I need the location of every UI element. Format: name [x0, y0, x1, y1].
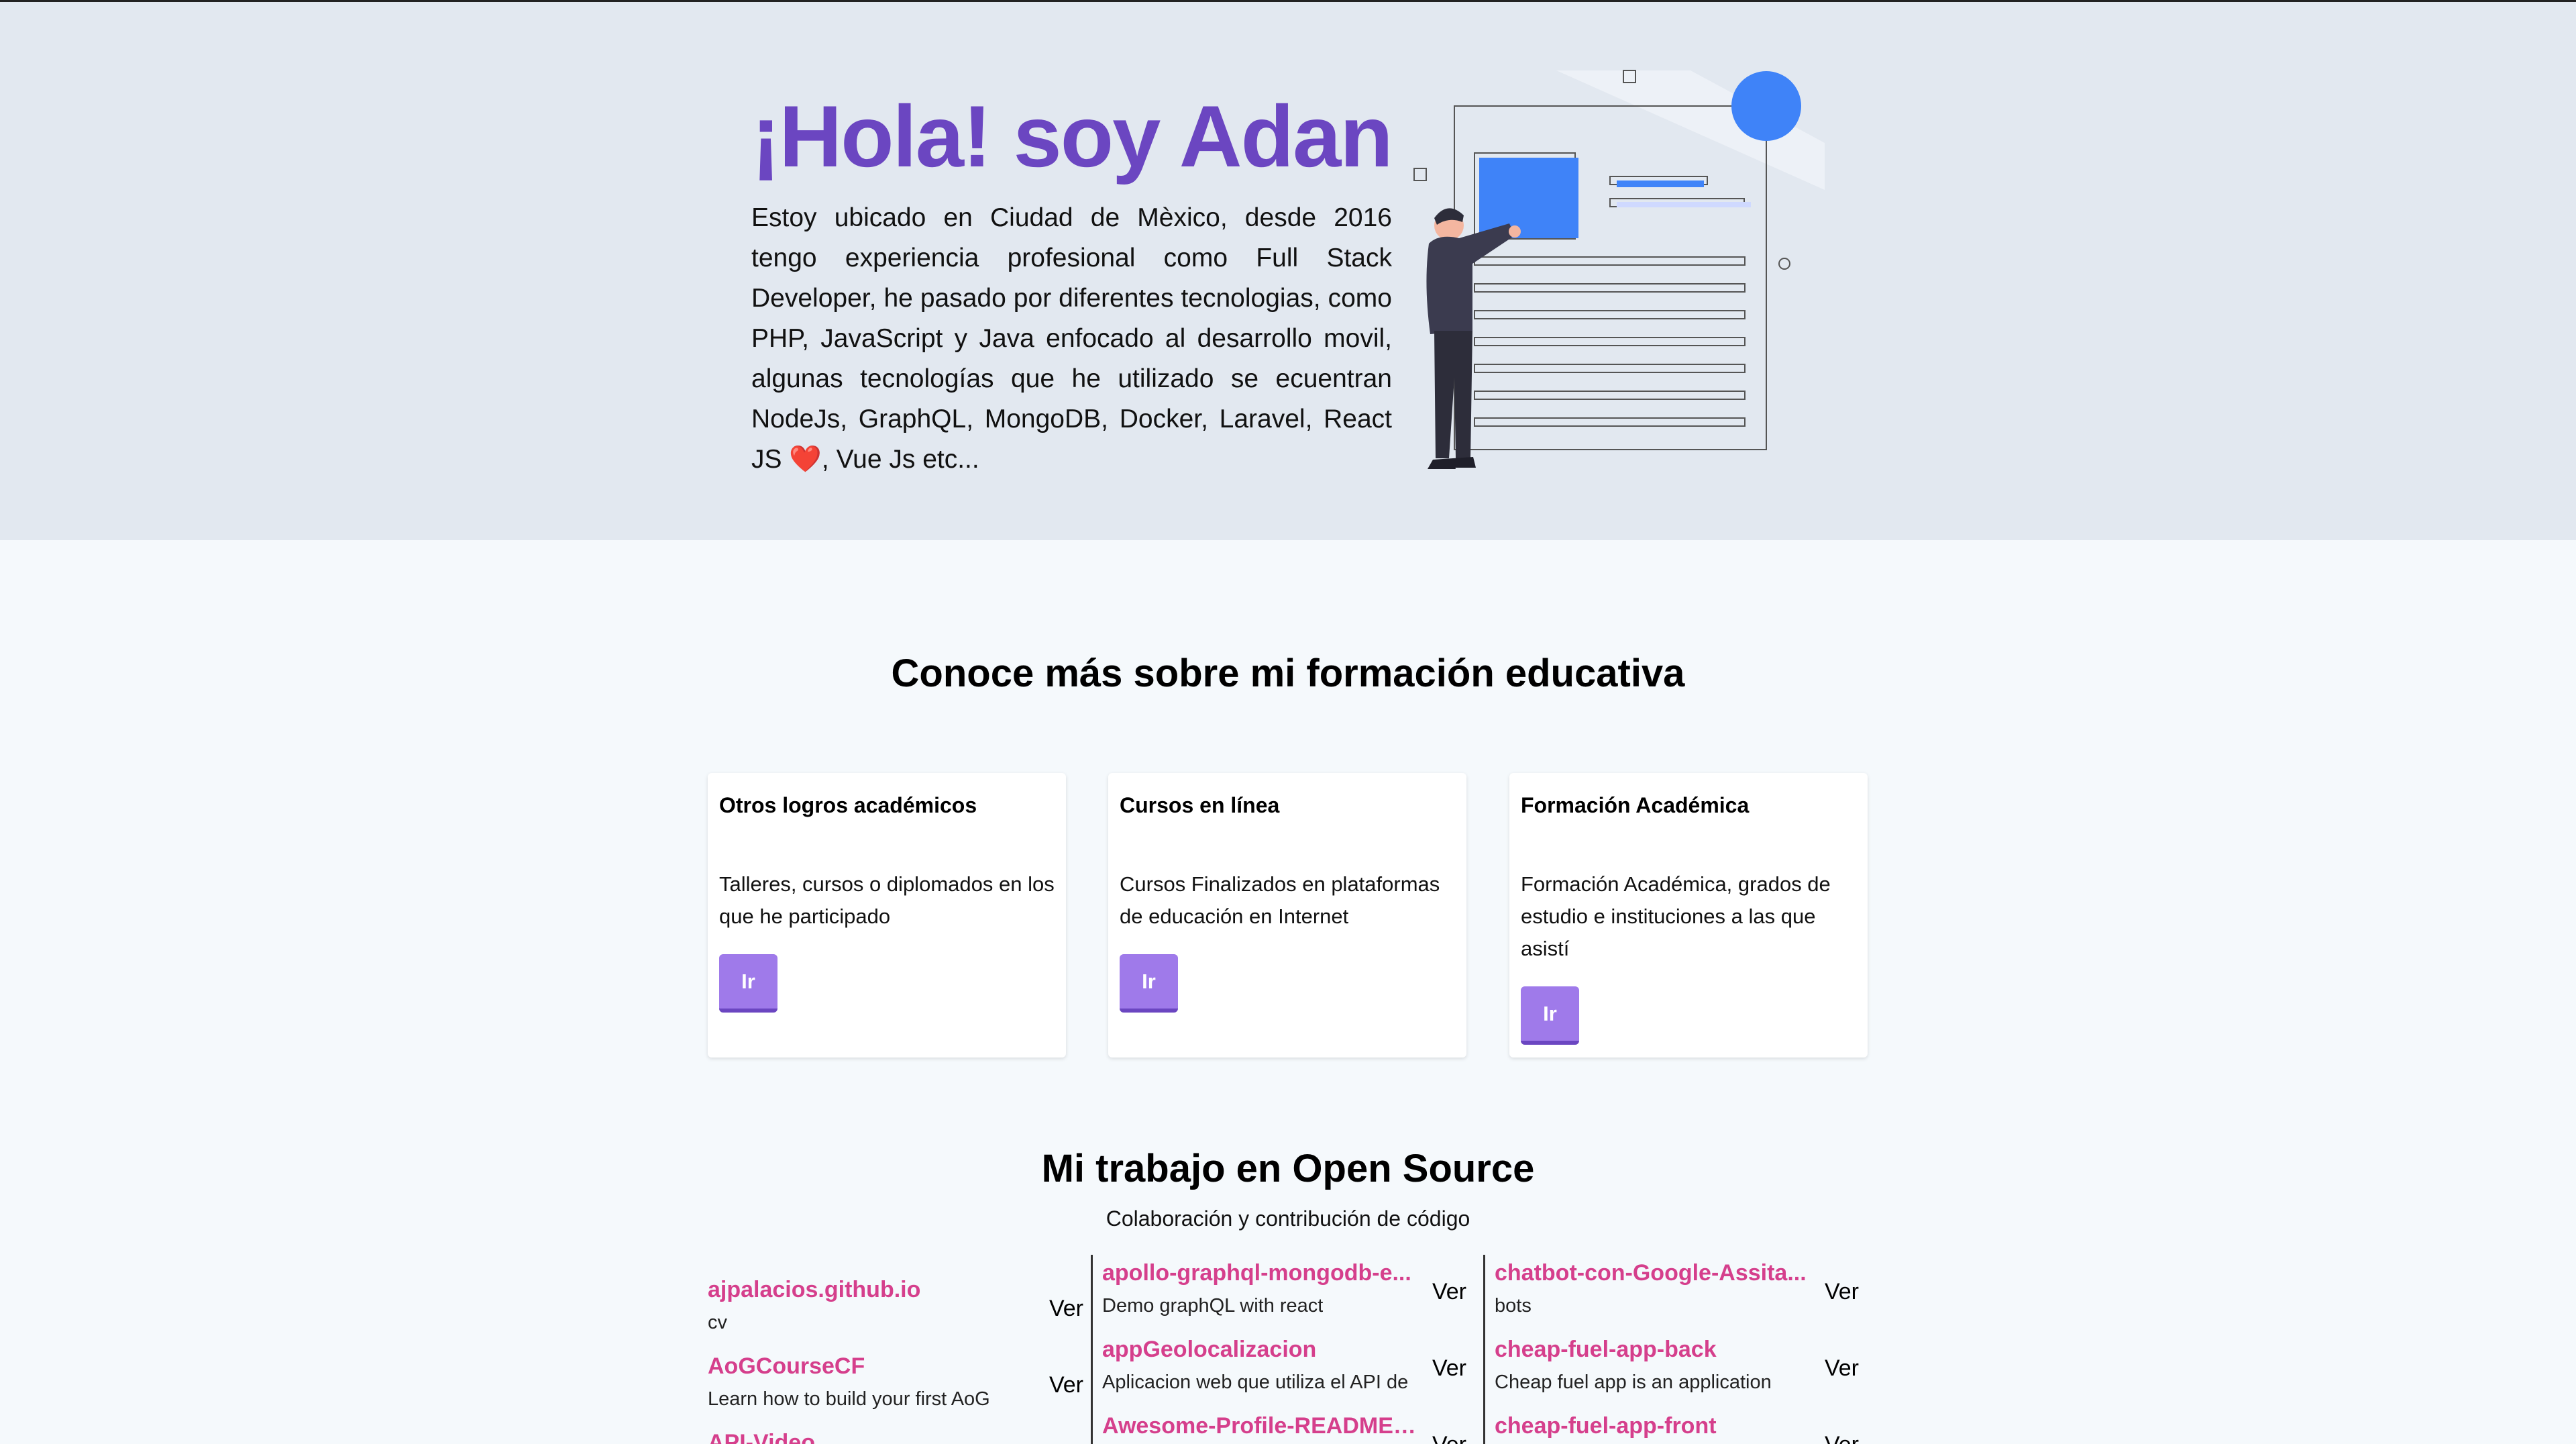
opensource-title: Mi trabajo en Open Source	[1041, 1147, 1535, 1190]
repo-description: Learn how to build your first AoG	[708, 1388, 990, 1410]
repo-column-2: apollo-graphql-mongodb-e... Demo graphQL…	[1091, 1255, 1480, 1444]
card-description: Formación Académica, grados de estudio e…	[1521, 872, 1831, 960]
repo-description: Aplicacion web que utiliza el API de	[1102, 1372, 1409, 1393]
ver-link[interactable]: Ver	[1432, 1279, 1466, 1305]
education-title: Conoce más sobre mi formación educativa	[891, 652, 1685, 695]
repo-item: Awesome-Profile-README-... Ver	[1093, 1413, 1480, 1444]
ver-link[interactable]: Ver	[1825, 1355, 1859, 1382]
repo-column-3: chatbot-con-Google-Assita... bots Ver ch…	[1483, 1255, 1872, 1444]
repo-description: Cheap fuel app is an application	[1495, 1372, 1772, 1393]
repo-item: cheap-fuel-app-front Ver	[1485, 1413, 1872, 1444]
repo-description: Demo graphQL with react	[1102, 1295, 1324, 1317]
repo-description: bots	[1495, 1295, 1532, 1317]
repo-item: ajpalacios.github.io cv Ver	[708, 1277, 1097, 1351]
repo-item: appGeolocalizacion Aplicacion web que ut…	[1093, 1337, 1480, 1410]
hero-description: Estoy ubicado en Ciudad de Mèxico, desde…	[751, 203, 1392, 474]
repo-item: cheap-fuel-app-back Cheap fuel app is an…	[1485, 1337, 1872, 1410]
repo-column-1: ajpalacios.github.io cv Ver AoGCourseCF …	[708, 1255, 1097, 1444]
card-cursos-en-linea: Cursos en línea Cursos Finalizados en pl…	[1108, 773, 1466, 1058]
repo-name-link[interactable]: appGeolocalizacion	[1102, 1337, 1316, 1363]
ver-link[interactable]: Ver	[1049, 1372, 1083, 1398]
repo-name-link[interactable]: chatbot-con-Google-Assita...	[1495, 1260, 1807, 1286]
repo-name-link[interactable]: cheap-fuel-app-back	[1495, 1337, 1717, 1363]
repo-name-link[interactable]: ajpalacios.github.io	[708, 1277, 920, 1303]
ir-button-cursos-en-linea[interactable]: Ir	[1120, 954, 1178, 1013]
ver-link[interactable]: Ver	[1432, 1355, 1466, 1382]
card-otros-logros: Otros logros académicos Talleres, cursos…	[708, 773, 1066, 1058]
repo-item: API-Video Ver	[708, 1430, 1097, 1444]
repo-name-link[interactable]: AoGCourseCF	[708, 1353, 865, 1380]
ver-link[interactable]: Ver	[1825, 1279, 1859, 1305]
repo-description: cv	[708, 1312, 727, 1333]
ver-link[interactable]: Ver	[1432, 1432, 1466, 1444]
hero-title: ¡Hola! soy Adan	[751, 87, 1393, 185]
card-description: Cursos Finalizados en plataformas de edu…	[1120, 872, 1440, 928]
ir-button-formacion-academica[interactable]: Ir	[1521, 986, 1579, 1045]
opensource-subtitle: Colaboración y contribución de código	[1106, 1206, 1470, 1231]
ir-button-otros-logros[interactable]: Ir	[719, 954, 777, 1013]
card-description: Talleres, cursos o diplomados en los que…	[719, 872, 1055, 928]
card-formacion-academica: Formación Académica Formación Académica,…	[1509, 773, 1868, 1058]
card-title: Otros logros académicos	[719, 793, 977, 817]
card-title: Formación Académica	[1521, 793, 1750, 817]
ver-link[interactable]: Ver	[1825, 1432, 1859, 1444]
card-title: Cursos en línea	[1120, 793, 1280, 817]
hero-section: ¡Hola! soy Adan Estoy ubicado en Ciudad …	[0, 2, 2576, 540]
repo-item: chatbot-con-Google-Assita... bots Ver	[1485, 1260, 1872, 1334]
repo-name-link[interactable]: API-Video	[708, 1430, 815, 1444]
repo-item: AoGCourseCF Learn how to build your firs…	[708, 1353, 1097, 1427]
repo-item: apollo-graphql-mongodb-e... Demo graphQL…	[1093, 1260, 1480, 1334]
repo-name-link[interactable]: cheap-fuel-app-front	[1495, 1413, 1717, 1439]
repo-name-link[interactable]: Awesome-Profile-README-...	[1102, 1413, 1417, 1439]
repo-name-link[interactable]: apollo-graphql-mongodb-e...	[1102, 1260, 1411, 1286]
developer-illustration	[1413, 70, 1825, 469]
ver-link[interactable]: Ver	[1049, 1296, 1083, 1322]
